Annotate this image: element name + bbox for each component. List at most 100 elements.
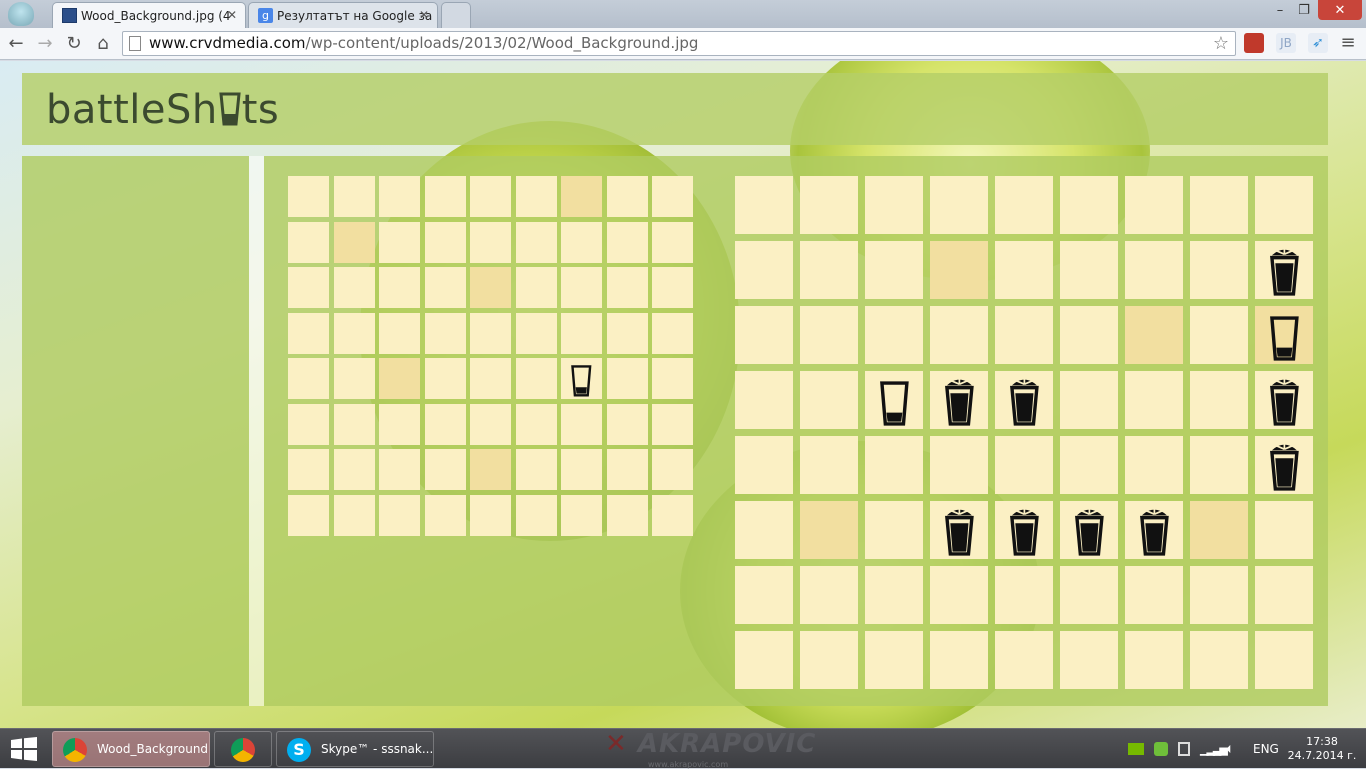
grid-cell[interactable] (424, 176, 466, 217)
grid-cell[interactable] (288, 267, 329, 308)
grid-cell[interactable] (1255, 306, 1313, 364)
grid-cell[interactable] (995, 371, 1053, 429)
grid-cell[interactable] (561, 176, 602, 217)
grid-cell[interactable] (606, 176, 648, 217)
grid-cell[interactable] (652, 221, 693, 263)
grid-cell[interactable] (865, 501, 923, 559)
grid-cell[interactable] (1255, 501, 1313, 559)
grid-cell[interactable] (1125, 176, 1183, 234)
grid-cell[interactable] (470, 221, 511, 263)
grid-cell[interactable] (1060, 306, 1118, 364)
grid-cell[interactable] (515, 449, 557, 490)
grid-cell[interactable] (800, 306, 858, 364)
grid-cell[interactable] (424, 221, 466, 263)
grid-cell[interactable] (1255, 371, 1313, 429)
windows-start-icon[interactable] (10, 737, 38, 761)
grid-cell[interactable] (379, 267, 420, 308)
grid-cell[interactable] (865, 436, 923, 494)
grid-cell[interactable] (800, 631, 858, 689)
grid-cell[interactable] (515, 358, 557, 399)
grid-cell[interactable] (470, 176, 511, 217)
grid-cell[interactable] (930, 501, 988, 559)
taskbar-chrome-pinned[interactable] (214, 731, 272, 767)
grid-cell[interactable] (379, 358, 420, 399)
grid-cell[interactable] (333, 449, 375, 490)
device-tray-icon[interactable] (1178, 729, 1190, 769)
grid-cell[interactable] (1255, 566, 1313, 624)
grid-cell[interactable] (735, 631, 793, 689)
grid-cell[interactable] (735, 241, 793, 299)
maximize-button[interactable]: ❐ (1290, 0, 1318, 20)
grid-cell[interactable] (561, 494, 602, 536)
security-tray-icon[interactable] (1154, 729, 1168, 769)
forward-icon[interactable]: → (33, 32, 57, 56)
grid-cell[interactable] (424, 267, 466, 308)
grid-cell[interactable] (995, 566, 1053, 624)
grid-cell[interactable] (424, 403, 466, 445)
close-tab-icon[interactable]: ✕ (419, 8, 429, 22)
grid-cell[interactable] (930, 566, 988, 624)
grid-cell[interactable] (652, 494, 693, 536)
grid-cell[interactable] (1190, 306, 1248, 364)
grid-cell[interactable] (865, 371, 923, 429)
grid-cell[interactable] (561, 449, 602, 490)
grid-cell[interactable] (1060, 436, 1118, 494)
grid-cell[interactable] (800, 241, 858, 299)
grid-cell[interactable] (470, 267, 511, 308)
grid-cell[interactable] (1190, 371, 1248, 429)
grid-cell[interactable] (1190, 566, 1248, 624)
reload-icon[interactable]: ↻ (62, 32, 86, 56)
grid-cell[interactable] (1125, 566, 1183, 624)
grid-cell[interactable] (865, 241, 923, 299)
grid-cell[interactable] (1255, 631, 1313, 689)
grid-cell[interactable] (1255, 176, 1313, 234)
grid-cell[interactable] (606, 358, 648, 399)
grid-cell[interactable] (1060, 501, 1118, 559)
close-window-button[interactable]: ✕ (1318, 0, 1362, 20)
grid-cell[interactable] (606, 312, 648, 354)
grid-cell[interactable] (1125, 371, 1183, 429)
grid-cell[interactable] (995, 501, 1053, 559)
grid-cell[interactable] (735, 436, 793, 494)
grid-cell[interactable] (515, 312, 557, 354)
grid-cell[interactable] (470, 312, 511, 354)
grid-cell[interactable] (424, 449, 466, 490)
grid-cell[interactable] (930, 371, 988, 429)
volume-icon[interactable]: 🔈︎ (1226, 729, 1234, 769)
close-tab-icon[interactable]: ✕ (227, 8, 237, 22)
grid-cell[interactable] (379, 403, 420, 445)
grid-cell[interactable] (561, 267, 602, 308)
grid-cell[interactable] (995, 631, 1053, 689)
home-icon[interactable]: ⌂ (91, 32, 115, 56)
grid-cell[interactable] (800, 566, 858, 624)
taskbar-skype-window[interactable]: S Skype™ - sssnak... (276, 731, 434, 767)
grid-cell[interactable] (515, 267, 557, 308)
grid-cell[interactable] (288, 176, 329, 217)
bookmark-star-icon[interactable]: ☆ (1213, 32, 1229, 55)
grid-cell[interactable] (930, 436, 988, 494)
grid-cell[interactable] (379, 449, 420, 490)
grid-cell[interactable] (1190, 501, 1248, 559)
grid-cell[interactable] (379, 176, 420, 217)
grid-cell[interactable] (606, 494, 648, 536)
grid-cell[interactable] (930, 176, 988, 234)
grid-cell[interactable] (735, 306, 793, 364)
jb-extension-icon[interactable]: JB (1276, 33, 1296, 53)
grid-cell[interactable] (652, 403, 693, 445)
grid-cell[interactable] (424, 358, 466, 399)
twitter-extension-icon[interactable]: ➶ (1308, 33, 1328, 53)
grid-cell[interactable] (652, 449, 693, 490)
grid-cell[interactable] (930, 241, 988, 299)
grid-cell[interactable] (470, 403, 511, 445)
grid-cell[interactable] (1060, 241, 1118, 299)
grid-cell[interactable] (1125, 241, 1183, 299)
grid-cell[interactable] (1060, 371, 1118, 429)
address-bar[interactable]: www.crvdmedia.com/wp-content/uploads/201… (122, 31, 1236, 56)
grid-cell[interactable] (995, 436, 1053, 494)
grid-cell[interactable] (1255, 436, 1313, 494)
grid-cell[interactable] (1125, 631, 1183, 689)
grid-cell[interactable] (379, 221, 420, 263)
grid-cell[interactable] (930, 631, 988, 689)
grid-cell[interactable] (288, 358, 329, 399)
grid-cell[interactable] (470, 358, 511, 399)
